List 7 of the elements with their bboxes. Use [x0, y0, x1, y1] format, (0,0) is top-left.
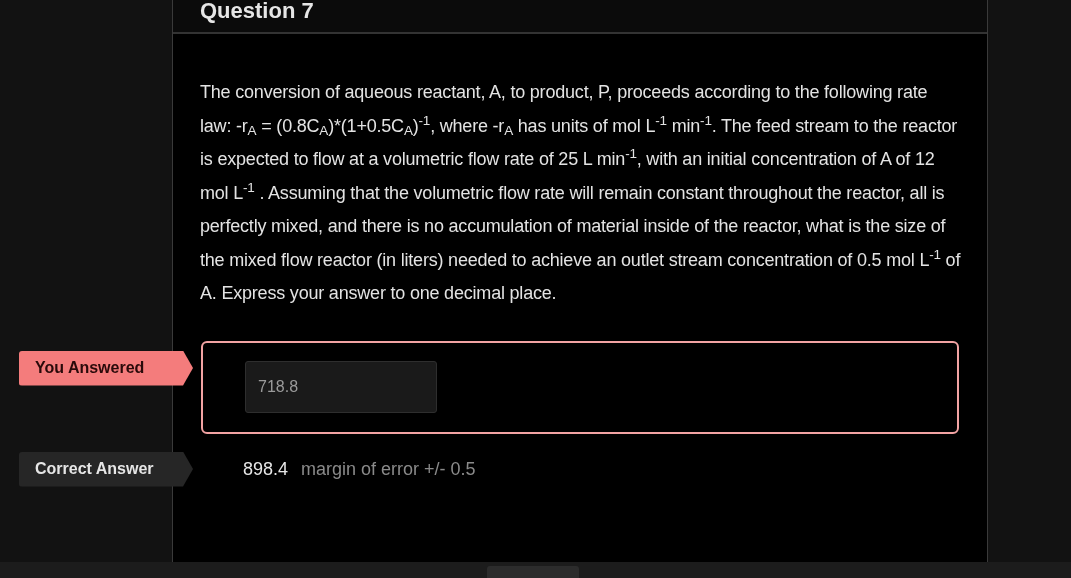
answer-label: You Answered	[19, 350, 193, 386]
question-title: Question 7	[200, 0, 314, 22]
question-text: The conversion of aqueous reactant, A, to product, P, proceeds according to the following rate law: -r$_{A}$ = (0.8C$_{A}$)*(1+0.5C$_{A}$)$^{-1}$, where -r$_{A}$ has units of mol L$^{-1}$ min$^{-1}$. The feed stream to the reactor is expected to flow at a volumetric flow rate of 25 L min$^{-1}$, with an initial concentration of A of 12 mol L$^{-1}$ . Assuming that the volumetric flow rate will remain constant throughout the reactor, all is perfectly mixed, and there is no accumulation of material inside of the reactor, what is the size of the mixed flow reactor (in liters) needed to achieve an outlet stream concentration of 0.5 mol L$^{-1}$ of A. Express your answer to one decimal place.	[200, 81, 962, 305]
correct-value: 898.4	[243, 458, 289, 481]
answer-input[interactable]: 718.8	[245, 361, 437, 413]
margin-note: margin of error +/- 0.5	[301, 458, 476, 481]
answer-label: Correct Answer	[19, 451, 193, 487]
